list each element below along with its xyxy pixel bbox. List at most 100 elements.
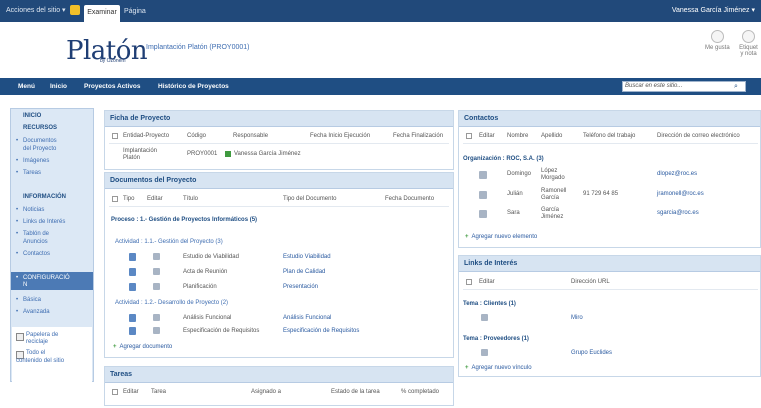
- col-editar[interactable]: Editar: [123, 389, 139, 395]
- select-all-checkbox[interactable]: [466, 133, 472, 139]
- doc-type[interactable]: Presentación: [283, 284, 318, 290]
- add-document-link[interactable]: + Agregar documento: [113, 344, 172, 350]
- contact-email[interactable]: dlopez@roc.es: [657, 171, 697, 177]
- site-actions-menu[interactable]: Acciones del sitio ▾: [6, 6, 66, 14]
- word-doc-icon[interactable]: [129, 283, 136, 291]
- search-icon[interactable]: ⌕: [731, 82, 741, 91]
- col-responsable[interactable]: Responsable: [233, 133, 268, 139]
- col-titulo[interactable]: Título: [183, 196, 198, 202]
- ql-links[interactable]: Links de Interés: [23, 219, 65, 225]
- nav-inicio[interactable]: Inicio: [50, 83, 67, 90]
- doc-title[interactable]: Acta de Reunión: [183, 269, 227, 275]
- like-button[interactable]: Me gusta: [705, 30, 730, 51]
- ql-tablon[interactable]: Tablón de: [23, 231, 49, 237]
- edit-icon[interactable]: [153, 314, 160, 321]
- group-organizacion[interactable]: Organización : ROC, S.A. (3): [463, 156, 544, 162]
- doc-title[interactable]: Especificación de Requisitos: [183, 328, 259, 334]
- ql-basica[interactable]: Básica: [23, 297, 41, 303]
- group-tema-proveedores[interactable]: Tema : Proveedores (1): [463, 336, 529, 342]
- contact-email[interactable]: jramonell@roc.es: [657, 191, 704, 197]
- col-url[interactable]: Dirección URL: [571, 279, 610, 285]
- link-url[interactable]: Miro: [571, 315, 583, 321]
- add-link-link[interactable]: + Agregar nuevo vínculo: [465, 365, 532, 371]
- ql-papelera[interactable]: Papelera de: [26, 332, 58, 338]
- word-doc-icon[interactable]: [129, 327, 136, 335]
- col-editar[interactable]: Editar: [147, 196, 163, 202]
- col-editar[interactable]: Editar: [479, 279, 495, 285]
- select-all-checkbox[interactable]: [112, 133, 118, 139]
- edit-icon[interactable]: [481, 349, 488, 356]
- tab-examinar[interactable]: Examinar: [84, 5, 120, 22]
- col-email[interactable]: Dirección de correo electrónico: [657, 133, 740, 139]
- doc-type[interactable]: Especificación de Requisitos: [283, 328, 359, 334]
- col-entidad[interactable]: Entidad-Proyecto: [123, 133, 169, 139]
- ql-informacion[interactable]: INFORMACIÓN: [23, 194, 66, 200]
- doc-title[interactable]: Estudio de Viabilidad: [183, 254, 239, 260]
- ql-documentos-line2[interactable]: del Proyecto: [23, 146, 56, 152]
- ql-papelera-line2[interactable]: reciclaje: [26, 339, 48, 345]
- col-nombre[interactable]: Nombre: [507, 133, 528, 139]
- col-fecha-inicio[interactable]: Fecha Inicio Ejecución: [310, 133, 370, 139]
- col-completado[interactable]: % completado: [401, 389, 439, 395]
- col-tipo-documento[interactable]: Tipo del Documento: [283, 196, 336, 202]
- ql-tareas[interactable]: Tareas: [23, 170, 41, 176]
- ql-tablon-line2[interactable]: Anuncios: [23, 239, 48, 245]
- col-asignado[interactable]: Asignado a: [251, 389, 281, 395]
- user-menu[interactable]: Vanessa García Jiménez ▾: [672, 6, 755, 14]
- col-estado[interactable]: Estado de la tarea: [331, 389, 380, 395]
- col-telefono[interactable]: Teléfono del trabajo: [583, 133, 635, 139]
- search-input[interactable]: Buscar en este sitio...: [622, 81, 746, 92]
- group-actividad-1[interactable]: Actividad : 1.1.- Gestión del Proyecto (…: [115, 239, 223, 245]
- doc-type[interactable]: Estudio Viabilidad: [283, 254, 331, 260]
- col-fecha-documento[interactable]: Fecha Documento: [385, 196, 434, 202]
- nav-historico-proyectos[interactable]: Histórico de Proyectos: [158, 83, 229, 90]
- ql-recursos[interactable]: RECURSOS: [23, 125, 57, 131]
- col-codigo[interactable]: Código: [187, 133, 206, 139]
- group-actividad-2[interactable]: Actividad : 1.2.- Desarrollo de Proyecto…: [115, 300, 228, 306]
- add-contact-link[interactable]: + Agregar nuevo elemento: [465, 234, 537, 240]
- word-doc-icon[interactable]: [129, 314, 136, 322]
- edit-icon[interactable]: [153, 327, 160, 334]
- select-all-checkbox[interactable]: [112, 196, 118, 202]
- doc-title[interactable]: Planificación: [183, 284, 217, 290]
- doc-title[interactable]: Análisis Funcional: [183, 315, 231, 321]
- site-title[interactable]: Implantación Platón (PROY0001): [146, 44, 250, 51]
- doc-type[interactable]: Plan de Calidad: [283, 269, 325, 275]
- col-fecha-fin[interactable]: Fecha Finalización: [393, 133, 443, 139]
- select-all-checkbox[interactable]: [112, 389, 118, 395]
- col-apellido[interactable]: Apellido: [541, 133, 562, 139]
- contact-card-icon[interactable]: [479, 171, 487, 179]
- edit-icon[interactable]: [481, 314, 488, 321]
- nav-menu[interactable]: Menú: [18, 83, 35, 90]
- ql-inicio[interactable]: INICIO: [23, 113, 41, 119]
- nav-proyectos-activos[interactable]: Proyectos Activos: [84, 83, 140, 90]
- responsable-value[interactable]: Vanessa García Jiménez: [234, 151, 301, 157]
- navigate-up-icon[interactable]: [70, 5, 80, 15]
- col-tipo[interactable]: Tipo: [123, 196, 134, 202]
- word-doc-icon[interactable]: [129, 268, 136, 276]
- edit-icon[interactable]: [153, 268, 160, 275]
- tags-notes-button[interactable]: Etiquet y nota: [736, 30, 761, 57]
- doc-type[interactable]: Análisis Funcional: [283, 315, 331, 321]
- ql-documentos[interactable]: Documentos: [23, 138, 57, 144]
- link-url[interactable]: Grupo Euclides: [571, 350, 612, 356]
- edit-icon[interactable]: [153, 283, 160, 290]
- ql-imagenes[interactable]: Imágenes: [23, 158, 49, 164]
- group-proceso[interactable]: Proceso : 1.- Gestión de Proyectos Infor…: [111, 217, 257, 223]
- ql-todo-contenido[interactable]: Todo el: [26, 350, 45, 356]
- contact-email[interactable]: sgarcia@roc.es: [657, 210, 699, 216]
- ql-contactos[interactable]: Contactos: [23, 251, 50, 257]
- ql-configuracion-highlight[interactable]: • CONFIGURACIÓ N: [11, 272, 93, 290]
- col-tarea[interactable]: Tarea: [151, 389, 166, 395]
- contact-card-icon[interactable]: [479, 191, 487, 199]
- col-editar[interactable]: Editar: [479, 133, 495, 139]
- select-all-checkbox[interactable]: [466, 279, 472, 285]
- ql-noticias[interactable]: Noticias: [23, 207, 44, 213]
- group-tema-clientes[interactable]: Tema : Clientes (1): [463, 301, 516, 307]
- tab-pagina[interactable]: Página: [124, 8, 146, 15]
- word-doc-icon[interactable]: [129, 253, 136, 261]
- contact-card-icon[interactable]: [479, 210, 487, 218]
- ql-avanzada[interactable]: Avanzada: [23, 309, 50, 315]
- ql-todo-contenido-line2[interactable]: contenido del sitio: [16, 358, 64, 364]
- edit-icon[interactable]: [153, 253, 160, 260]
